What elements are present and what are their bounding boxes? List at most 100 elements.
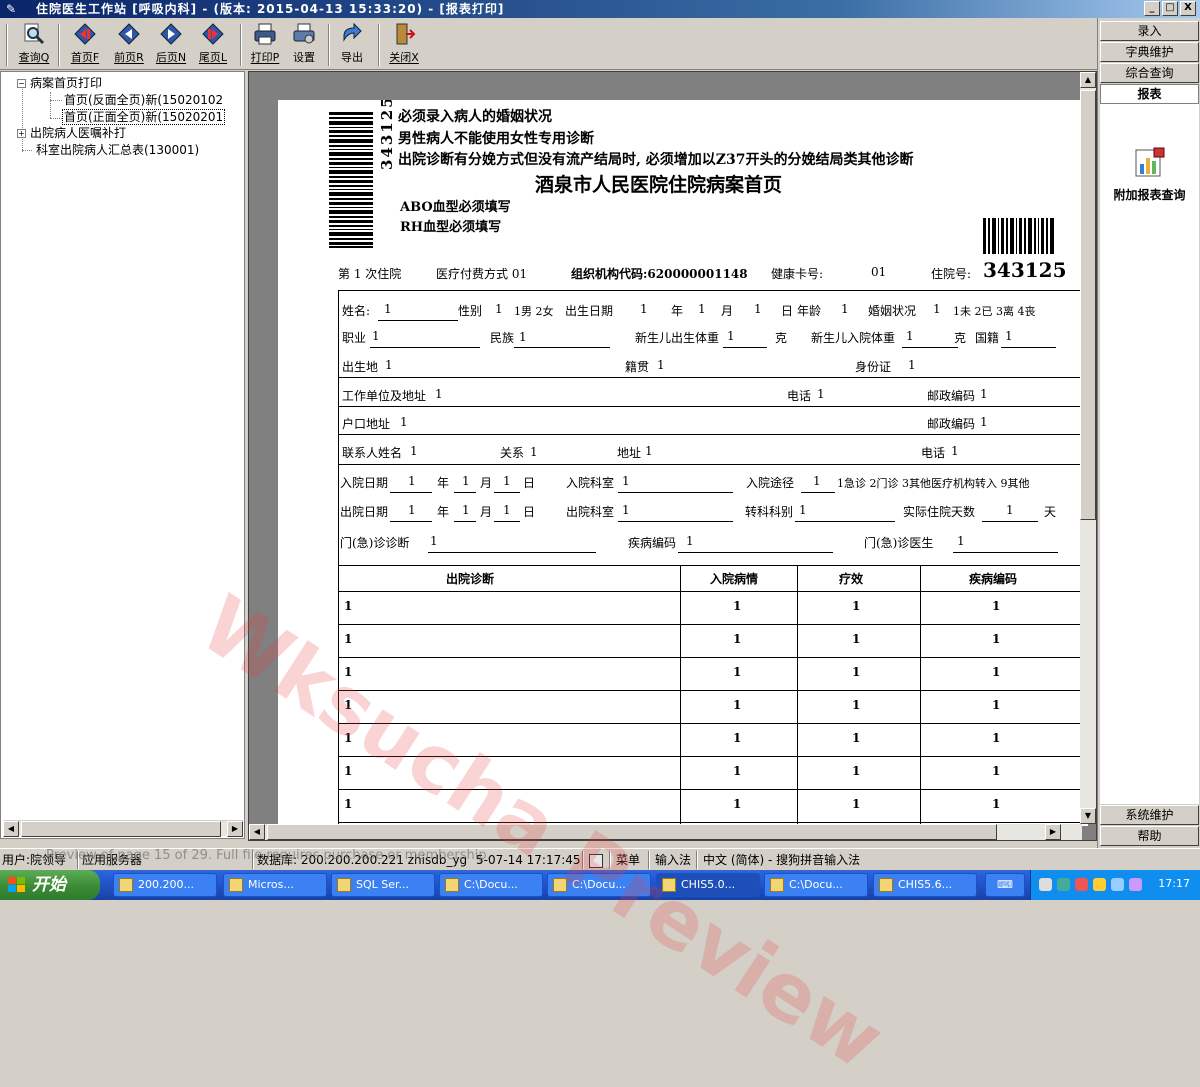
underline	[618, 521, 733, 522]
close-window-button[interactable]: X	[1180, 1, 1196, 16]
help-button[interactable]: 帮助	[1100, 826, 1199, 846]
work-phone-label: 电话	[787, 389, 812, 403]
report-page: 343125 必须录入病人的婚姻状况 男性病人不能使用女性专用诊断 出院诊断有分…	[278, 100, 1088, 826]
tree-node-dept-summary[interactable]: 科室出院病人汇总表(130001)	[36, 143, 199, 157]
chart-report-icon[interactable]	[1134, 146, 1166, 178]
tree-node-front-page[interactable]: 首页(正面全页)新(15020201	[62, 109, 226, 125]
preview-horizontal-scrollbar[interactable]: ◀ ▶	[249, 824, 1082, 840]
report-tab[interactable]: 报表	[1100, 84, 1199, 104]
next-page-button[interactable]: 后页N	[150, 22, 192, 68]
taskbar-item[interactable]: Micros...	[223, 873, 327, 897]
outpatient-doctor-label: 门(急)诊医生	[864, 536, 934, 550]
inpatient-no-label: 住院号:	[931, 267, 972, 281]
export-button[interactable]: 导出	[334, 22, 370, 68]
window-icon	[337, 878, 351, 892]
start-button[interactable]: 开始	[0, 870, 100, 900]
underline	[618, 492, 733, 493]
scroll-right-icon[interactable]: ▶	[227, 821, 243, 837]
discharge-day-value: 1	[503, 503, 511, 517]
taskbar-item[interactable]: C:\Docu...	[764, 873, 868, 897]
taskbar-item[interactable]: CHIS5.6...	[873, 873, 977, 897]
scroll-thumb[interactable]	[1080, 90, 1096, 520]
tree-horizontal-scrollbar[interactable]: ◀ ▶	[3, 820, 243, 837]
taskbar-item[interactable]: 200.200...	[113, 873, 217, 897]
tray-network-icon[interactable]	[1039, 878, 1052, 891]
last-page-button[interactable]: 尾页L	[192, 22, 234, 68]
query-button[interactable]: 查询Q	[14, 22, 54, 68]
table-line	[338, 822, 1088, 823]
window-icon	[662, 878, 676, 892]
relation-label: 关系	[500, 446, 525, 460]
underline	[428, 552, 596, 553]
table-cell: 1	[992, 698, 1001, 712]
collapse-icon[interactable]: −	[17, 79, 26, 88]
scroll-thumb[interactable]	[21, 821, 221, 837]
taskbar-item[interactable]: SQL Ser...	[331, 873, 435, 897]
settings-button[interactable]: 设置	[286, 22, 322, 68]
taskbar-clock[interactable]: 17:17	[1158, 877, 1190, 890]
dictionary-button[interactable]: 字典维护	[1100, 42, 1199, 62]
tree-node-homepage-print[interactable]: − 病案首页打印	[17, 76, 102, 90]
close-report-button[interactable]: 关闭X	[384, 22, 424, 68]
age-label: 年龄	[797, 304, 822, 318]
taskbar-item[interactable]: C:\Docu...	[547, 873, 651, 897]
combined-query-button[interactable]: 综合查询	[1100, 63, 1199, 83]
scroll-left-icon[interactable]: ◀	[3, 821, 19, 837]
stay-days-value: 1	[1006, 503, 1014, 517]
table-line	[338, 657, 1088, 658]
table-cell: 1	[733, 731, 742, 745]
admission-route-options: 1急诊 2门诊 3其他医疗机构转入 9其他	[837, 477, 1030, 490]
tray-app-icon[interactable]	[1057, 878, 1070, 891]
table-line	[338, 723, 1088, 724]
expand-icon[interactable]: +	[17, 129, 26, 138]
occupation-label: 职业	[342, 331, 367, 345]
ethnicity-label: 民族	[490, 331, 515, 345]
status-ime-name: 中文 (简体) - 搜狗拼音输入法	[703, 853, 861, 867]
table-cell: 1	[852, 731, 861, 745]
household-address-value: 1	[400, 415, 408, 429]
table-line	[338, 624, 1088, 625]
tree-node-order-reprint[interactable]: + 出院病人医嘱补打	[17, 126, 126, 140]
preview-vertical-scrollbar[interactable]: ▲ ▼	[1080, 72, 1096, 824]
scroll-down-icon[interactable]: ▼	[1080, 808, 1096, 824]
addon-report-query-link[interactable]: 附加报表查询	[1100, 186, 1199, 203]
tree-node-back-page[interactable]: 首页(反面全页)新(15020102	[64, 93, 223, 107]
scroll-left-icon[interactable]: ◀	[249, 824, 265, 840]
year-unit: 年	[437, 505, 450, 519]
health-card-value: 01	[871, 265, 887, 279]
discharge-month-value: 1	[462, 503, 470, 517]
underline	[1001, 347, 1056, 348]
payment-type: 医疗付费方式 01	[436, 267, 528, 281]
status-menu[interactable]: 菜单	[616, 852, 640, 868]
keyboard-layout-button[interactable]: ⌨	[985, 873, 1025, 897]
entry-button[interactable]: 录入	[1100, 21, 1199, 41]
print-button[interactable]: 打印P	[246, 22, 284, 68]
name-value: 1	[384, 302, 392, 316]
scroll-right-icon[interactable]: ▶	[1045, 824, 1061, 840]
tree-line	[50, 92, 51, 118]
tray-display-icon[interactable]	[1129, 878, 1142, 891]
system-maintenance-button[interactable]: 系统维护	[1100, 805, 1199, 825]
first-page-button[interactable]: 首页F	[64, 22, 106, 68]
nationality-label: 国籍	[975, 331, 1000, 345]
prev-page-button[interactable]: 前页R	[108, 22, 150, 68]
taskbar-item[interactable]: CHIS5.0...	[656, 873, 760, 897]
scroll-up-icon[interactable]: ▲	[1080, 72, 1096, 88]
table-line	[338, 591, 1088, 592]
form-border-top	[338, 290, 1088, 291]
tray-security-icon[interactable]	[1075, 878, 1088, 891]
restore-button[interactable]: □	[1162, 1, 1178, 16]
minimize-button[interactable]: _	[1144, 1, 1160, 16]
keyboard-icon[interactable]	[589, 854, 603, 868]
work-zip-label: 邮政编码	[927, 389, 976, 403]
scroll-thumb[interactable]	[267, 824, 997, 840]
newborn-birth-weight-value: 1	[727, 329, 735, 343]
underline	[953, 552, 1058, 553]
tray-ime-icon[interactable]	[1093, 878, 1106, 891]
table-header-cell: 疗效	[839, 572, 864, 586]
vertical-barcode-image	[329, 112, 373, 248]
status-datetime: 5-07-14 17:17:45	[476, 853, 581, 867]
tray-volume-icon[interactable]	[1111, 878, 1124, 891]
status-ime[interactable]: 输入法	[655, 852, 691, 868]
taskbar-item[interactable]: C:\Docu...	[439, 873, 543, 897]
